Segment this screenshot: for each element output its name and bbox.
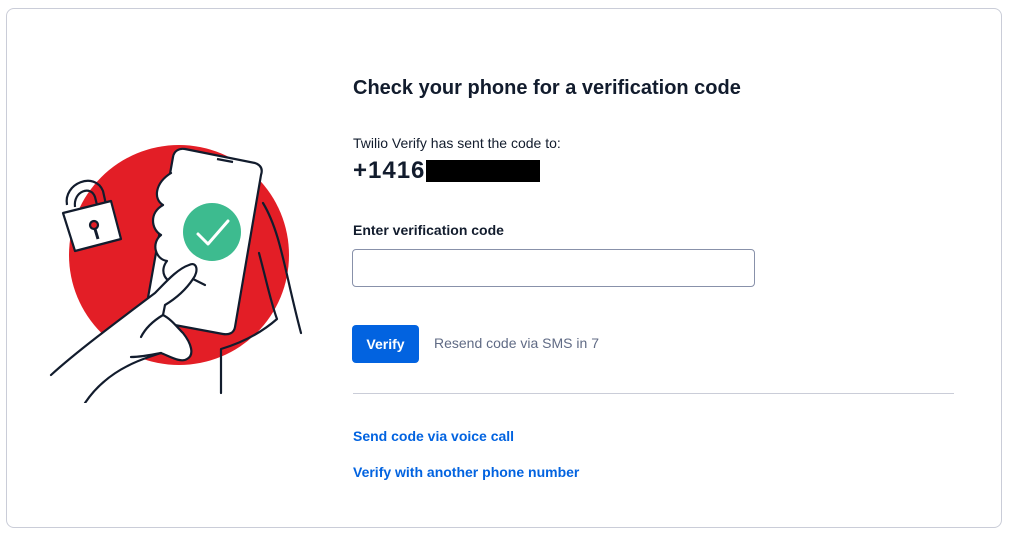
phone-verification-illustration — [45, 143, 310, 405]
verification-card: Check your phone for a verification code… — [6, 8, 1002, 528]
resend-countdown-text: Resend code via SMS in 7 — [434, 335, 599, 351]
send-code-voice-call-link[interactable]: Send code via voice call — [353, 428, 514, 444]
illustration-svg — [49, 145, 303, 405]
page-title: Check your phone for a verification code — [353, 77, 741, 99]
verify-button[interactable]: Verify — [352, 325, 419, 363]
verification-form: Check your phone for a verification code… — [352, 9, 955, 527]
verification-code-input[interactable] — [352, 249, 755, 287]
sent-to-label: Twilio Verify has sent the code to: — [353, 135, 561, 151]
code-field-label: Enter verification code — [353, 222, 504, 238]
phone-number-redaction — [426, 160, 541, 182]
divider — [353, 393, 954, 394]
verify-another-number-link[interactable]: Verify with another phone number — [353, 464, 579, 480]
phone-number: +1416 — [353, 157, 426, 184]
checkmark-icon — [183, 203, 241, 261]
phone-number-row: +1416 — [353, 157, 541, 187]
